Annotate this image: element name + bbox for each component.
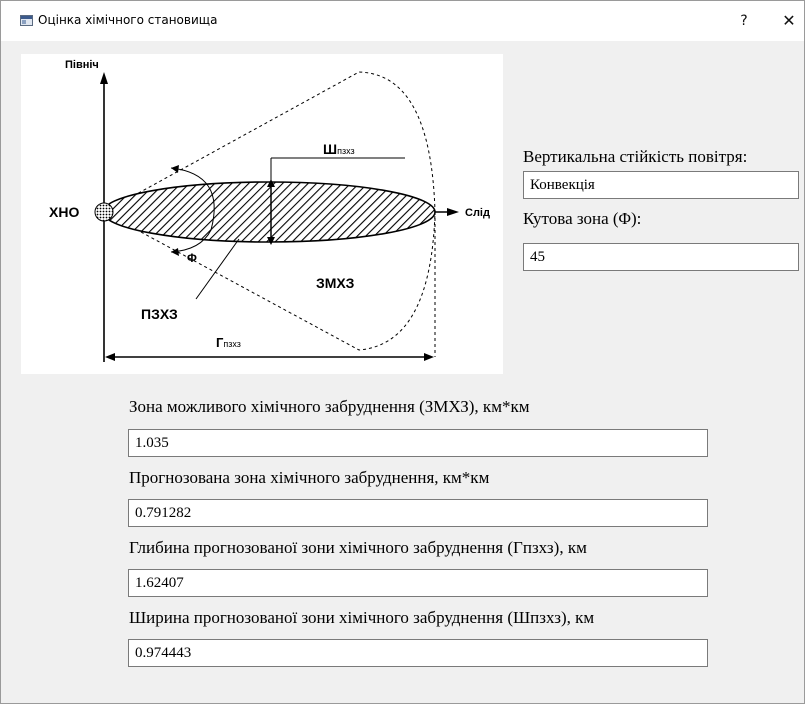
stability-label: Вертикальна стійкість повітря: [523, 147, 748, 166]
zmkhz-area-label: Зона можливого хімічного забруднення (ЗМ… [129, 397, 530, 416]
dialog-window: Оцінка хімічного становища ? ✕ Північ Сл… [0, 0, 805, 704]
source-point [94, 202, 114, 222]
window-title: Оцінка хімічного становища [38, 13, 218, 27]
title-bar[interactable]: Оцінка хімічного становища ? ✕ [1, 1, 804, 41]
chemical-zone-diagram: Північ Слід ХНО Шпзхз Φ ЗМХЗ ПЗХЗ Гпзхз [21, 54, 503, 374]
depth-label-text: Глибина прогнозованої зони хімічного заб… [129, 538, 587, 557]
pzkhz-area-field[interactable]: 0.791282 [128, 499, 708, 527]
north-arrow-icon [100, 72, 108, 84]
source-label: ХНО [49, 204, 79, 220]
app-icon [20, 15, 33, 26]
width-label-text: Ширина прогнозованої зони хімічного забр… [129, 608, 595, 627]
pzkhz-leader [195, 238, 240, 300]
depth-field[interactable]: 1.62407 [128, 569, 708, 597]
pzkhz-ellipse [102, 181, 436, 243]
angle-zone-field[interactable]: 45 [523, 243, 799, 271]
zmkhz-label: ЗМХЗ [316, 275, 355, 291]
pzkhz-label: ПЗХЗ [141, 306, 178, 322]
help-button[interactable]: ? [732, 9, 756, 33]
north-label: Північ [65, 59, 99, 71]
angle-label: Φ [187, 251, 197, 265]
close-button[interactable]: ✕ [777, 9, 801, 33]
pzkhz-area-label: Прогнозована зона хімічного забруднення,… [129, 468, 490, 487]
width-label: Шпзхз [323, 141, 355, 157]
angle-zone-label: Кутова зона (Φ): [523, 209, 642, 228]
depth-label: Гпзхз [216, 335, 241, 350]
stability-field[interactable]: Конвекція [523, 171, 799, 199]
trace-label: Слід [465, 207, 490, 219]
trace-arrow-icon [447, 208, 459, 216]
width-field[interactable]: 0.974443 [128, 639, 708, 667]
zmkhz-area-field[interactable]: 1.035 [128, 429, 708, 457]
